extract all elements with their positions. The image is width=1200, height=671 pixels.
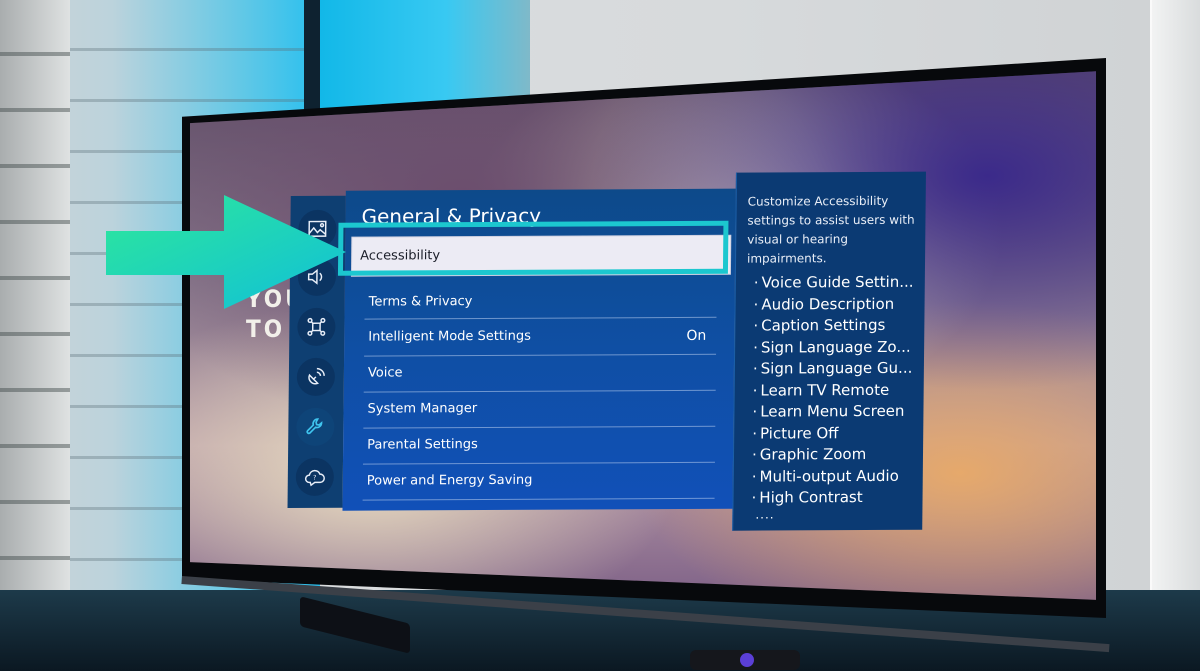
menu-item-label: Voice: [367, 365, 403, 381]
menu-item-intelligent-mode[interactable]: Intelligent Mode Settings On: [364, 317, 717, 357]
menu-item-label: Start Screen Option: [366, 509, 494, 511]
wall-pole: [304, 0, 320, 110]
feature-item: Caption Settings: [753, 315, 913, 337]
menu-item-label: Terms & Privacy: [368, 294, 473, 310]
description-panel: Customize Accessibility settings to assi…: [732, 171, 926, 531]
menu-item-label: Power and Energy Saving: [366, 472, 533, 489]
category-connection[interactable]: [297, 307, 336, 346]
accessibility-feature-list: Voice Guide Settin... Audio Description …: [751, 272, 913, 509]
feature-item: Voice Guide Settin...: [754, 272, 914, 294]
feature-item: Graphic Zoom: [752, 444, 912, 466]
description-text: Customize Accessibility settings to assi…: [747, 193, 915, 266]
menu-item-voice[interactable]: Voice: [363, 353, 717, 393]
feature-item: Learn TV Remote: [753, 379, 913, 401]
wall-trim: [1150, 0, 1200, 671]
annotation-highlight-box: [337, 220, 729, 276]
settings-menu: ? General & Privacy Accessibility Terms …: [287, 171, 926, 531]
menu-item-label: Parental Settings: [367, 437, 478, 453]
feature-item: Audio Description: [753, 293, 913, 315]
menu-item-value: On: [686, 327, 707, 344]
feature-item: Picture Off: [752, 422, 912, 444]
support-cloud-icon: ?: [304, 469, 325, 487]
menu-item-parental-settings[interactable]: Parental Settings: [362, 425, 716, 465]
broadcasting-icon: [308, 367, 325, 385]
annotation-arrow-icon: [106, 195, 346, 309]
category-broadcasting[interactable]: [296, 357, 336, 396]
menu-item-label: Intelligent Mode Settings: [368, 328, 531, 345]
remote-dpad: [740, 653, 754, 667]
ambient-light-glow: [320, 0, 530, 110]
tv-remote: [690, 650, 800, 670]
more-ellipsis: ....: [755, 507, 775, 522]
feature-item: Sign Language Zo...: [753, 336, 913, 358]
feature-item: Learn Menu Screen: [752, 401, 912, 423]
menu-item-start-screen-option[interactable]: Start Screen Option: [362, 498, 714, 511]
menu-item-system-manager[interactable]: System Manager: [363, 389, 716, 429]
menu-item-label: System Manager: [367, 401, 478, 417]
brick-wall-edge: [0, 0, 70, 671]
feature-item: Multi-output Audio: [752, 465, 912, 487]
svg-text:?: ?: [313, 474, 316, 482]
feature-item: High Contrast: [751, 487, 911, 509]
connection-icon: [307, 317, 326, 336]
menu-item-terms-privacy[interactable]: Terms & Privacy: [364, 294, 717, 320]
feature-item: Sign Language Gu...: [753, 358, 913, 380]
category-general[interactable]: [296, 407, 335, 446]
wrench-icon: [306, 418, 323, 435]
menu-item-power-energy[interactable]: Power and Energy Saving: [362, 461, 715, 501]
category-support[interactable]: ?: [295, 457, 335, 496]
